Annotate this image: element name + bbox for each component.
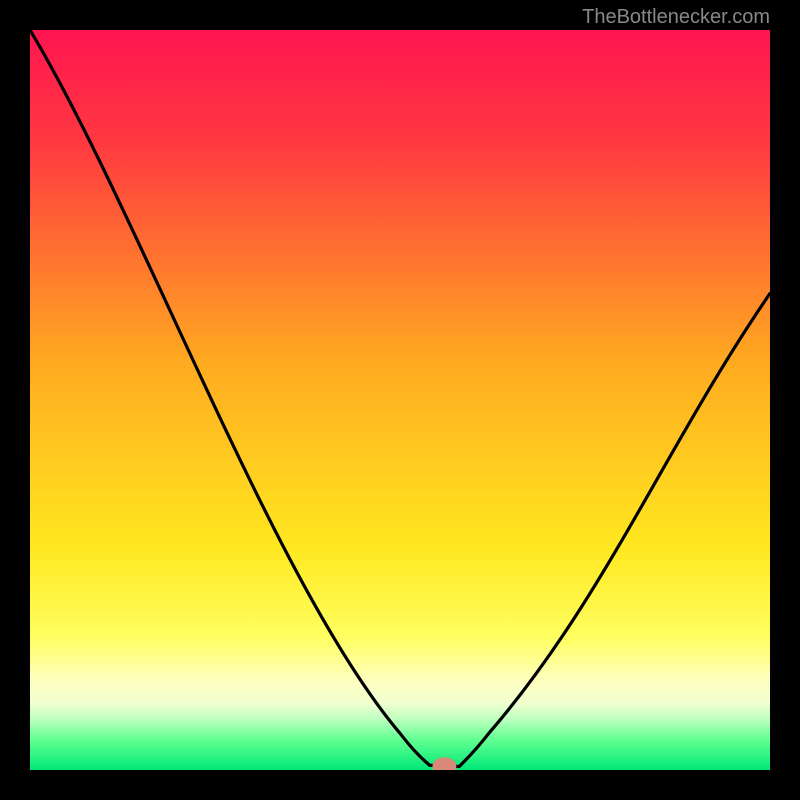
attribution-text: TheBottlenecker.com — [582, 6, 770, 29]
chart-background — [30, 30, 770, 770]
chart-container: TheBottlenecker.com — [0, 0, 800, 800]
bottleneck-chart — [30, 30, 770, 770]
